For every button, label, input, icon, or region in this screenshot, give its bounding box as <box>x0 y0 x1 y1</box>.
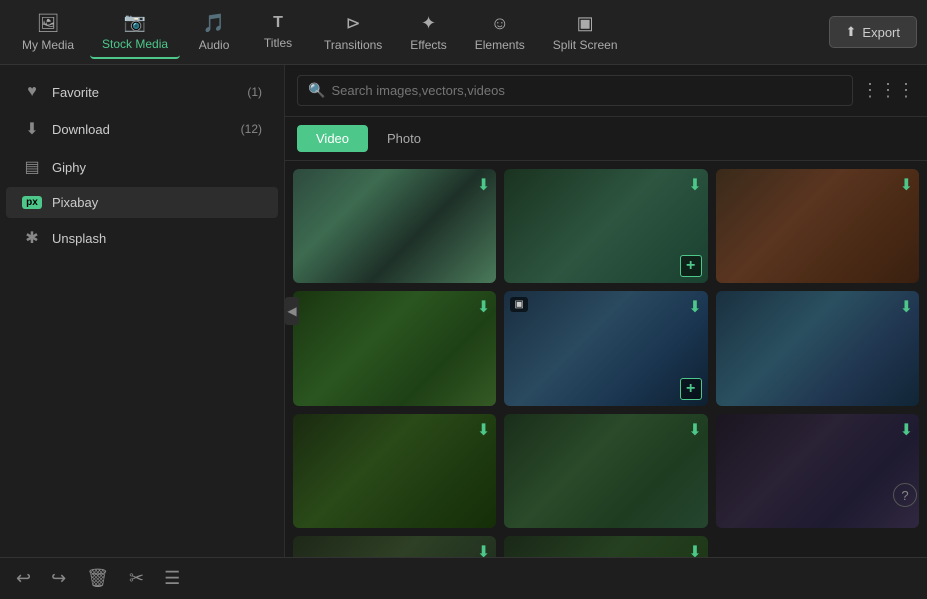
media-card[interactable]: ⬇ <box>293 414 496 528</box>
sidebar-item-giphy[interactable]: ▤ Giphy <box>6 149 278 185</box>
nav-split-screen-label: Split Screen <box>553 38 618 52</box>
media-grid-area: ⬇ ⬇ + ⬇ ⬇ <box>285 161 927 557</box>
download-icon[interactable]: ⬇ <box>688 297 701 317</box>
pixabay-icon: px <box>22 196 42 209</box>
effects-icon: ✦ <box>421 13 436 34</box>
search-input[interactable] <box>331 83 842 98</box>
nav-items: 🖼 My Media 📷 Stock Media 🎵 Audio T Title… <box>10 6 829 59</box>
bottom-toolbar: ↩ ↪ 🗑 ✂ ☰ <box>0 557 927 599</box>
split-screen-icon: ▣ <box>577 13 594 34</box>
search-bar: 🔍 ⋮⋮⋮ <box>285 65 927 117</box>
export-icon: ⬆ <box>846 24 857 40</box>
media-card[interactable]: ⬇ <box>716 414 919 528</box>
redo-button[interactable]: ↪ <box>51 568 66 589</box>
media-card[interactable]: ⬇ <box>716 291 919 405</box>
nav-elements-label: Elements <box>475 38 525 52</box>
media-card[interactable]: ⬇ <box>293 169 496 283</box>
tab-video[interactable]: Video <box>297 125 368 152</box>
nav-effects[interactable]: ✦ Effects <box>398 7 458 58</box>
export-label: Export <box>862 25 900 40</box>
nav-split-screen[interactable]: ▣ Split Screen <box>541 7 630 58</box>
download-icon[interactable]: ⬇ <box>688 420 701 440</box>
download-icon[interactable]: ⬇ <box>477 297 490 317</box>
media-badge: ▣ <box>510 297 527 312</box>
media-tabs: Video Photo <box>285 117 927 161</box>
nav-transitions-label: Transitions <box>324 38 382 52</box>
collapse-sidebar-button[interactable]: ◀ <box>285 297 299 325</box>
media-card[interactable]: ⬇ + <box>504 169 707 283</box>
cut-button[interactable]: ✂ <box>129 568 144 589</box>
nav-transitions[interactable]: ⊳ Transitions <box>312 7 394 58</box>
sidebar-giphy-label: Giphy <box>52 160 86 175</box>
add-to-timeline-button[interactable]: + <box>680 378 702 400</box>
media-card[interactable]: ⬇ <box>504 414 707 528</box>
giphy-icon: ▤ <box>22 157 42 177</box>
download-icon[interactable]: ⬇ <box>900 420 913 440</box>
media-card[interactable]: ⬇ <box>293 291 496 405</box>
delete-button[interactable]: 🗑 <box>86 568 109 589</box>
download-icon: ⬇ <box>22 119 42 139</box>
nav-audio[interactable]: 🎵 Audio <box>184 7 244 58</box>
top-navigation: 🖼 My Media 📷 Stock Media 🎵 Audio T Title… <box>0 0 927 65</box>
sidebar-unsplash-label: Unsplash <box>52 231 106 246</box>
content-area: ◀ 🔍 ⋮⋮⋮ Video Photo ⬇ <box>285 65 927 557</box>
sidebar-item-download[interactable]: ⬇ Download (12) <box>6 111 278 147</box>
nav-stock-media[interactable]: 📷 Stock Media <box>90 6 180 59</box>
menu-button[interactable]: ☰ <box>164 568 180 589</box>
download-icon[interactable]: ⬇ <box>900 175 913 195</box>
media-grid: ⬇ ⬇ + ⬇ ⬇ <box>293 169 919 557</box>
nav-elements[interactable]: ☺ Elements <box>463 7 537 58</box>
export-button[interactable]: ⬆ Export <box>829 16 917 48</box>
add-to-timeline-button[interactable]: + <box>680 255 702 277</box>
help-button[interactable]: ? <box>893 483 917 507</box>
media-card[interactable]: ⬇ <box>504 536 707 557</box>
nav-stock-media-label: Stock Media <box>102 37 168 51</box>
tab-photo[interactable]: Photo <box>368 125 440 152</box>
my-media-icon: 🖼 <box>37 13 60 34</box>
titles-icon: T <box>273 14 283 32</box>
sidebar-favorite-label: Favorite <box>52 85 99 100</box>
transitions-icon: ⊳ <box>346 13 361 34</box>
sidebar-download-label: Download <box>52 122 110 137</box>
elements-icon: ☺ <box>491 13 509 34</box>
download-icon[interactable]: ⬇ <box>900 297 913 317</box>
favorite-icon: ♥ <box>22 83 42 101</box>
nav-my-media-label: My Media <box>22 38 74 52</box>
media-card[interactable]: ⬇ <box>716 169 919 283</box>
download-icon[interactable]: ⬇ <box>477 175 490 195</box>
main-layout: ♥ Favorite (1) ⬇ Download (12) ▤ Giphy p… <box>0 65 927 557</box>
sidebar: ♥ Favorite (1) ⬇ Download (12) ▤ Giphy p… <box>0 65 285 557</box>
sidebar-pixabay-label: Pixabay <box>52 195 98 210</box>
sidebar-item-favorite[interactable]: ♥ Favorite (1) <box>6 75 278 109</box>
download-icon[interactable]: ⬇ <box>477 420 490 440</box>
search-input-wrap[interactable]: 🔍 <box>297 75 853 106</box>
media-card[interactable]: ▣ ⬇ + <box>504 291 707 405</box>
download-icon[interactable]: ⬇ <box>688 175 701 195</box>
sidebar-favorite-count: (1) <box>247 85 262 99</box>
search-icon: 🔍 <box>308 82 325 99</box>
download-icon[interactable]: ⬇ <box>477 542 490 557</box>
nav-titles-label: Titles <box>264 36 292 50</box>
audio-icon: 🎵 <box>203 13 225 34</box>
sidebar-item-unsplash[interactable]: ✱ Unsplash <box>6 220 278 256</box>
sidebar-item-pixabay[interactable]: px Pixabay <box>6 187 278 218</box>
grid-view-icon[interactable]: ⋮⋮⋮ <box>861 80 915 101</box>
undo-button[interactable]: ↩ <box>16 568 31 589</box>
nav-effects-label: Effects <box>410 38 446 52</box>
nav-my-media[interactable]: 🖼 My Media <box>10 7 86 58</box>
nav-titles[interactable]: T Titles <box>248 8 308 56</box>
download-icon[interactable]: ⬇ <box>688 542 701 557</box>
sidebar-download-count: (12) <box>241 122 262 136</box>
unsplash-icon: ✱ <box>22 228 42 248</box>
nav-audio-label: Audio <box>199 38 230 52</box>
media-card[interactable]: ⬇ <box>293 536 496 557</box>
stock-media-icon: 📷 <box>124 12 146 33</box>
